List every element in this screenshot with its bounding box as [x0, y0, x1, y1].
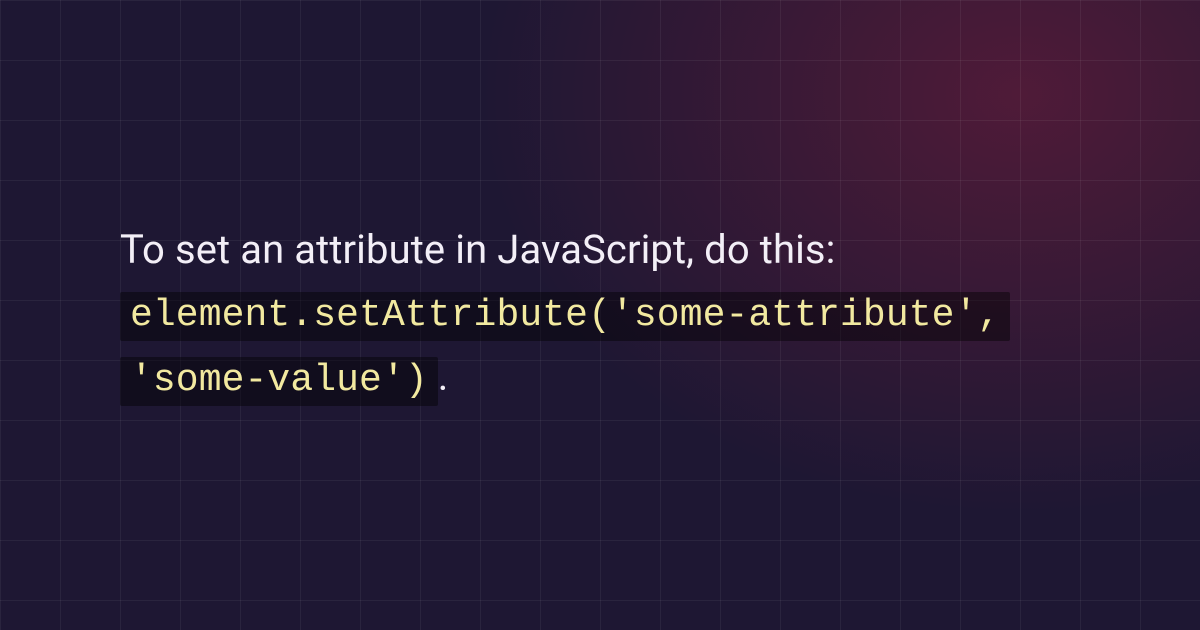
content-block: To set an attribute in JavaScript, do th… [120, 0, 1080, 630]
code-snippet: element.setAttribute('some-attribute', '… [120, 292, 1010, 406]
intro-text: To set an attribute in JavaScript, do th… [120, 226, 835, 273]
trailing-period: . [438, 353, 449, 400]
instruction-paragraph: To set an attribute in JavaScript, do th… [120, 219, 1080, 411]
